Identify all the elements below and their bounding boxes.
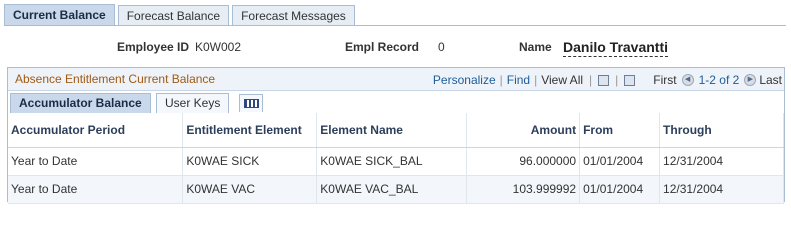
employee-name[interactable]: Danilo Travantti [563,39,669,57]
cell-entitlement-element: K0WAE SICK [182,147,318,176]
page-tabs-divider [4,25,786,26]
nav-separator: | [615,73,619,87]
cell-from: 01/01/2004 [579,147,661,176]
employee-header: Employee ID K0W002 Empl Record 0 Name Da… [0,39,791,60]
cell-accumulator-period: Year to Date [8,147,184,176]
cell-amount: 103.999992 [466,175,581,204]
cell-through: 12/31/2004 [659,175,784,204]
tab-accumulator-balance[interactable]: Accumulator Balance [10,93,151,113]
cell-from: 01/01/2004 [579,175,661,204]
grid-navigation: Personalize | Find | View All | | First … [433,72,784,88]
personalize-link[interactable]: Personalize [433,73,496,87]
col-amount: Amount [466,113,581,148]
grid-tabs: Accumulator Balance User Keys [8,91,784,136]
empl-record-label: Empl Record [345,40,420,54]
last-label: Last [759,73,782,87]
grid-header-bar: Absence Entitlement Current Balance Pers… [8,68,784,91]
table-row: Year to Date K0WAE VAC K0WAE VAC_BAL 103… [8,175,784,204]
cell-accumulator-period: Year to Date [8,175,184,204]
cell-element-name: K0WAE SICK_BAL [316,147,468,176]
table-header-row: Accumulator Period Entitlement Element E… [8,113,784,148]
col-through: Through [659,113,784,148]
empl-record-value: 0 [438,40,445,54]
cell-through: 12/31/2004 [659,147,784,176]
cell-amount: 96.000000 [466,147,581,176]
employee-id-value: K0W002 [195,40,242,54]
col-element-name: Element Name [316,113,468,148]
next-arrow-icon[interactable]: ▶ [744,74,757,86]
first-label: First [653,73,677,87]
nav-separator: | [499,73,503,87]
col-entitlement-element: Entitlement Element [182,113,318,148]
tab-forecast-messages[interactable]: Forecast Messages [232,5,355,26]
view-all-link[interactable]: View All [541,73,583,87]
table-row: Year to Date K0WAE SICK K0WAE SICK_BAL 9… [8,147,784,176]
tab-forecast-balance[interactable]: Forecast Balance [117,5,230,26]
tab-current-balance[interactable]: Current Balance [4,4,115,26]
previous-arrow-icon[interactable]: ◀ [681,74,694,86]
nav-separator: | [589,73,593,87]
cell-entitlement-element: K0WAE VAC [182,175,318,204]
page-tabs: Current Balance Forecast Balance Forecas… [4,4,358,26]
row-range: 1-2 of 2 [698,73,740,87]
col-accumulator-period: Accumulator Period [8,113,184,148]
absence-balance-grid: Absence Entitlement Current Balance Pers… [7,67,785,204]
grid-view-icon[interactable] [624,74,636,86]
grid-title: Absence Entitlement Current Balance [15,72,216,86]
balance-table: Accumulator Period Entitlement Element E… [8,113,784,204]
col-from: From [579,113,661,148]
cell-element-name: K0WAE VAC_BAL [316,175,468,204]
show-all-columns-icon[interactable] [239,94,263,112]
employee-id-label: Employee ID [117,40,190,54]
find-link[interactable]: Find [507,73,530,87]
nav-separator: | [534,73,538,87]
tab-user-keys[interactable]: User Keys [156,93,230,113]
download-icon[interactable] [598,74,610,86]
name-label: Name [519,40,552,54]
